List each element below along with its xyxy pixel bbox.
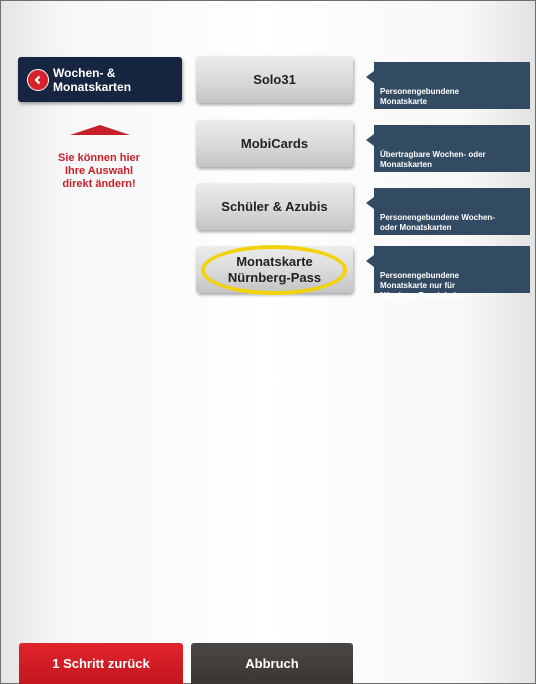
info-pointer	[366, 134, 374, 146]
product-button-mobicards[interactable]: MobiCards	[196, 120, 353, 167]
info-pointer	[366, 71, 374, 83]
cancel-button[interactable]: Abbruch	[191, 643, 353, 684]
info-text: Personengebundene Monatskarte	[380, 87, 460, 106]
product-button-schueler-azubis[interactable]: Schüler & Azubis	[196, 183, 353, 230]
product-button-solo31[interactable]: Solo31	[196, 56, 353, 103]
info-text: Personengebundene Wochen- oder Monatskar…	[380, 213, 495, 232]
info-text: Personengebundene Monatskarte nur für Nü…	[380, 271, 467, 300]
chevron-left-icon	[27, 69, 49, 91]
back-category-button[interactable]: Wochen- & Monatskarten	[18, 57, 182, 102]
step-back-button[interactable]: 1 Schritt zurück	[19, 643, 183, 684]
info-box-monatskarte-nuernberg-pass: Personengebundene Monatskarte nur für Nü…	[366, 246, 530, 300]
info-box-schueler-azubis: Personengebundene Wochen- oder Monatskar…	[366, 188, 530, 235]
back-category-label: Wochen- & Monatskarten	[53, 66, 132, 94]
info-pointer	[366, 197, 374, 209]
info-box-solo31: Personengebundene Monatskarte	[366, 62, 530, 109]
hint-text: Sie können hier Ihre Auswahl direkt ände…	[58, 152, 140, 190]
up-arrow-icon	[70, 125, 130, 135]
info-text: Übertragbare Wochen- oder Monatskarten	[380, 150, 486, 169]
product-button-monatskarte-nuernberg-pass[interactable]: Monatskarte Nürnberg-Pass	[196, 246, 353, 293]
info-pointer	[366, 255, 374, 267]
info-box-mobicards: Übertragbare Wochen- oder Monatskarten	[366, 125, 530, 172]
